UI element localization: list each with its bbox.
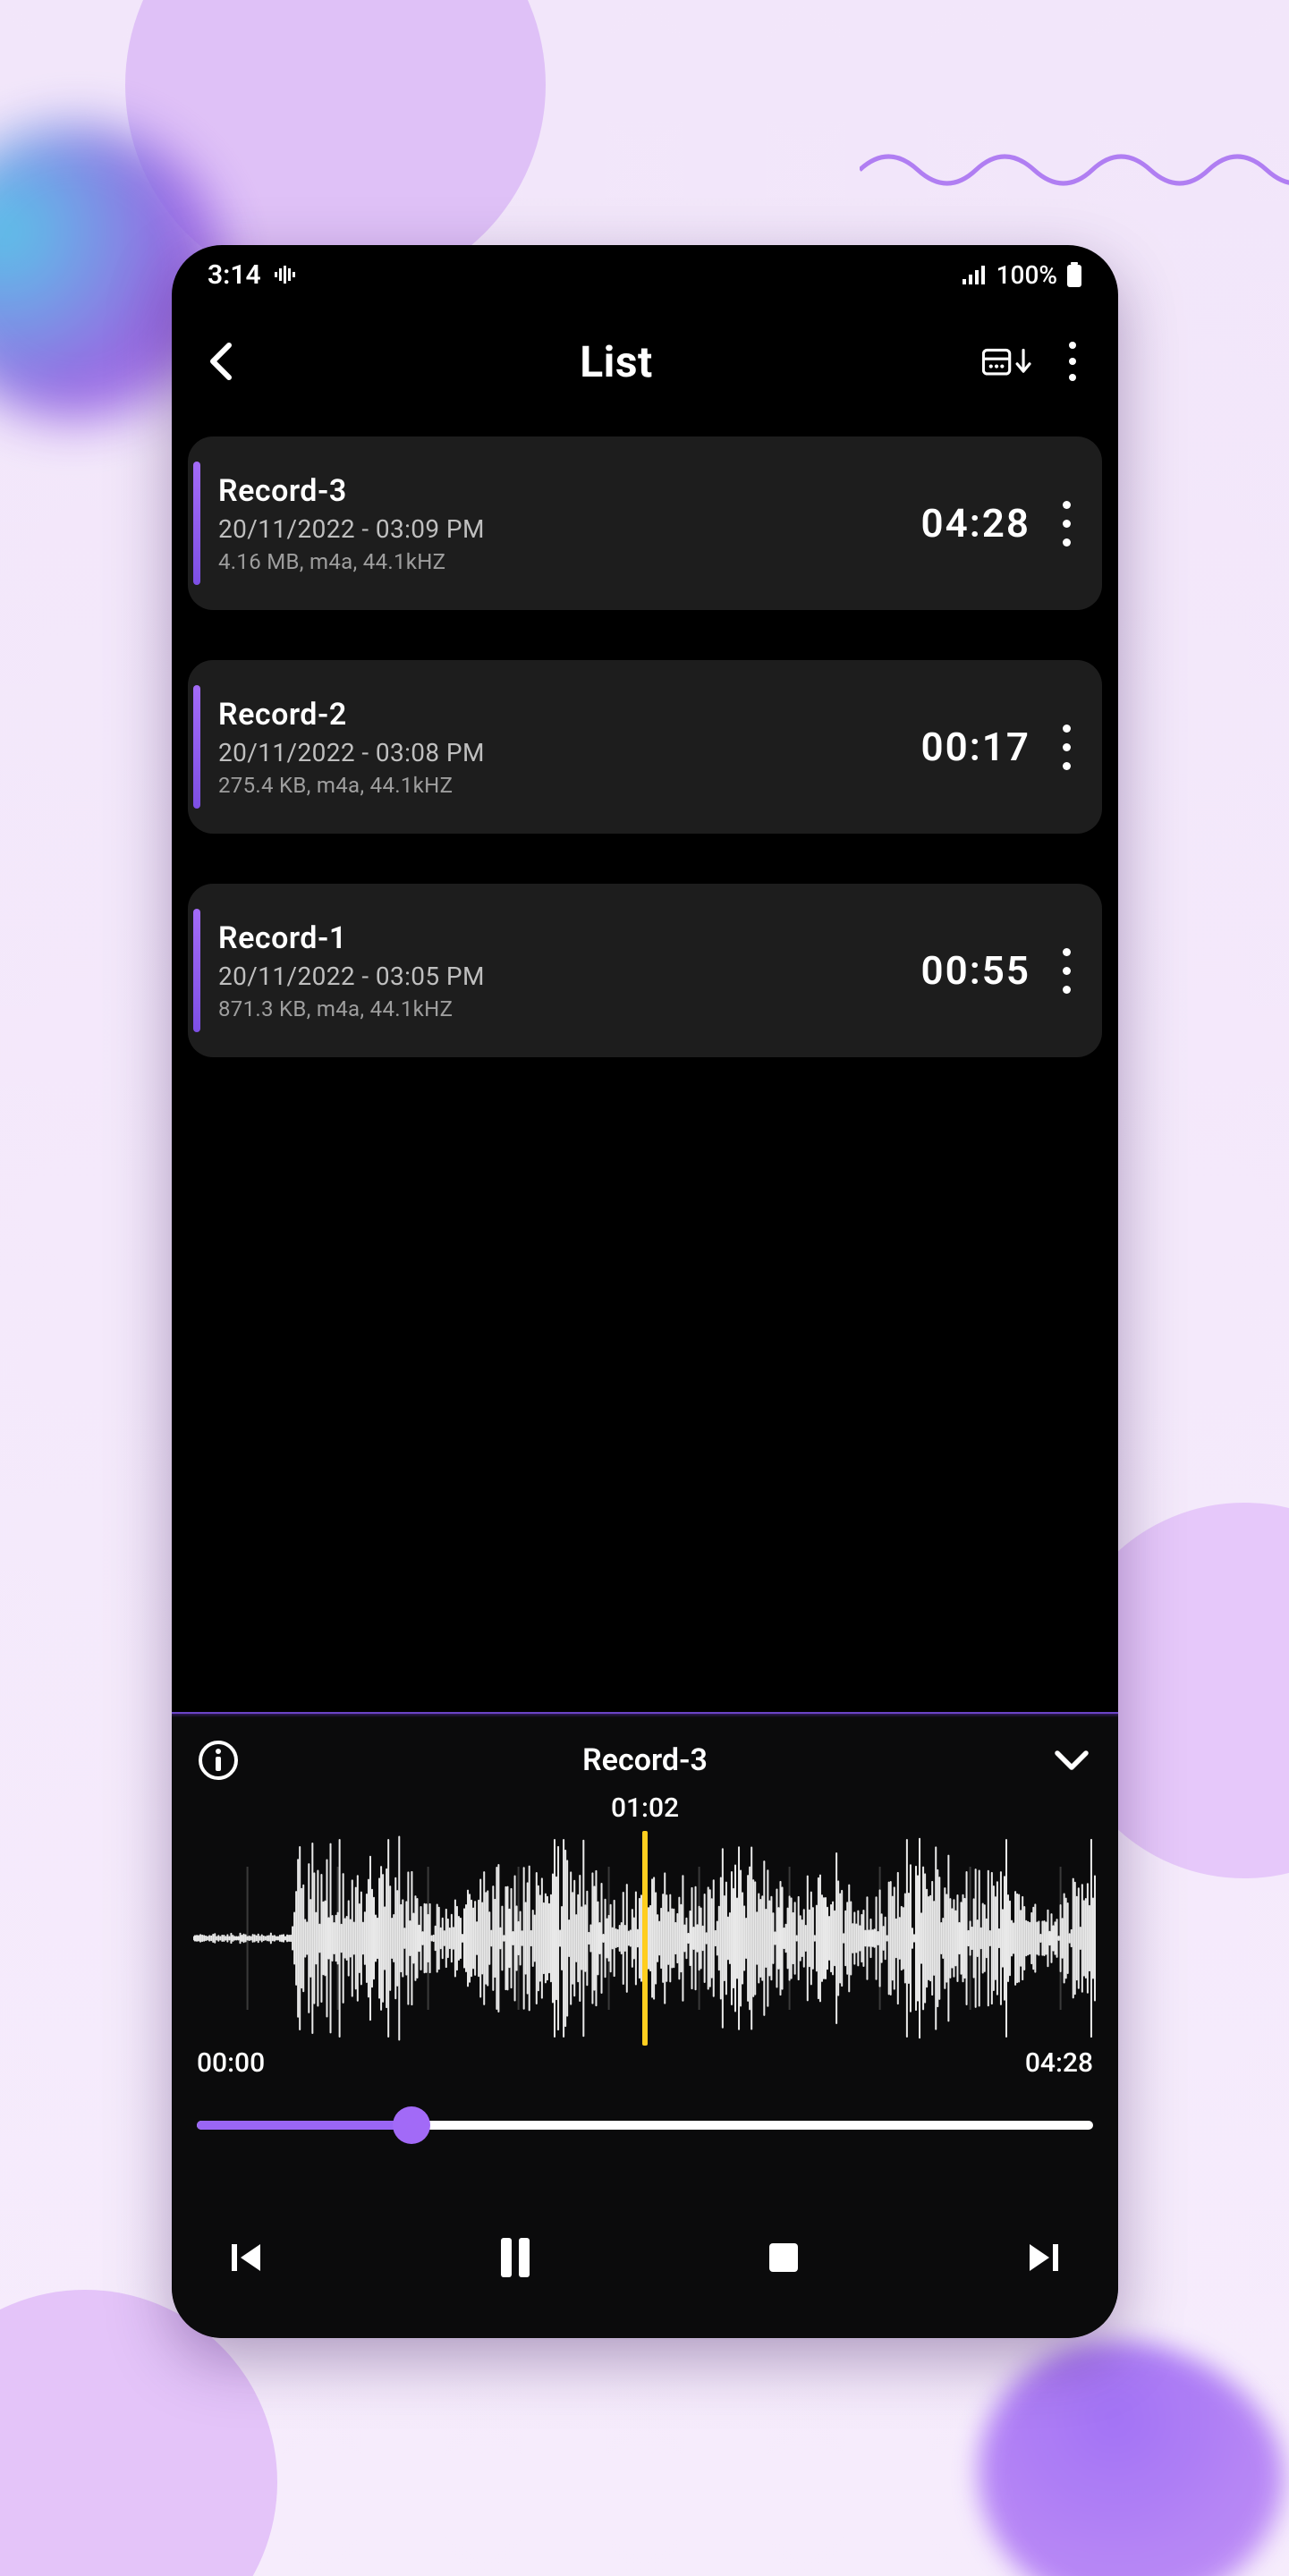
collapse-button[interactable] <box>1047 1735 1097 1785</box>
battery-percent: 100% <box>996 260 1057 290</box>
recording-item[interactable]: Record-2 20/11/2022 - 03:08 PM 275.4 KB,… <box>188 660 1102 834</box>
recording-meta: 4.16 MB, m4a, 44.1kHZ <box>218 549 920 574</box>
recording-duration: 00:55 <box>920 947 1030 994</box>
recording-item[interactable]: Record-1 20/11/2022 - 03:05 PM 871.3 KB,… <box>188 884 1102 1057</box>
recording-datetime: 20/11/2022 - 03:05 PM <box>218 962 920 991</box>
accent-stripe <box>193 685 200 809</box>
player-end-time: 04:28 <box>1025 2047 1093 2079</box>
recording-duration: 00:17 <box>920 724 1030 770</box>
recording-menu-button[interactable] <box>1047 492 1086 555</box>
recording-menu-button[interactable] <box>1047 716 1086 778</box>
previous-button[interactable] <box>211 2222 283 2293</box>
player-controls <box>193 2195 1097 2320</box>
phone-frame: 3:14 100% <box>172 245 1118 2338</box>
accent-stripe <box>193 462 200 585</box>
recording-menu-button[interactable] <box>1047 939 1086 1002</box>
audio-activity-icon <box>274 266 295 284</box>
pause-button[interactable] <box>471 2222 560 2293</box>
seek-bar[interactable] <box>193 2104 1097 2147</box>
recording-title: Record-3 <box>218 473 920 509</box>
recording-item[interactable]: Record-3 20/11/2022 - 03:09 PM 4.16 MB, … <box>188 436 1102 610</box>
decor-blob <box>948 2309 1289 2576</box>
sort-by-date-button[interactable] <box>982 335 1036 388</box>
back-button[interactable] <box>191 332 250 391</box>
player-panel: Record-3 01:02 <box>172 1712 1118 2338</box>
app-bar: List <box>172 304 1118 419</box>
recording-datetime: 20/11/2022 - 03:08 PM <box>218 738 920 767</box>
recording-datetime: 20/11/2022 - 03:09 PM <box>218 514 920 544</box>
next-button[interactable] <box>1007 2222 1079 2293</box>
recording-meta: 275.4 KB, m4a, 44.1kHZ <box>218 773 920 798</box>
overflow-menu-button[interactable] <box>1052 335 1093 388</box>
recording-meta: 871.3 KB, m4a, 44.1kHZ <box>218 996 920 1021</box>
signal-icon <box>963 265 988 284</box>
status-bar: 3:14 100% <box>172 245 1118 304</box>
player-current-time: 01:02 <box>193 1792 1097 1824</box>
page-title: List <box>261 336 971 387</box>
playhead-indicator <box>642 1831 648 2046</box>
battery-icon <box>1066 262 1082 287</box>
waveform[interactable] <box>193 1831 1097 2046</box>
seek-fill <box>197 2121 410 2130</box>
status-time: 3:14 <box>208 259 261 291</box>
recording-duration: 04:28 <box>920 500 1030 547</box>
now-playing-title: Record-3 <box>582 1742 708 1778</box>
seek-thumb[interactable] <box>393 2106 430 2144</box>
accent-stripe <box>193 909 200 1032</box>
recordings-list[interactable]: Record-3 20/11/2022 - 03:09 PM 4.16 MB, … <box>172 419 1118 1712</box>
stop-button[interactable] <box>748 2222 819 2293</box>
recording-title: Record-1 <box>218 920 920 956</box>
info-button[interactable] <box>193 1735 243 1785</box>
player-start-time: 00:00 <box>197 2047 265 2079</box>
recording-title: Record-2 <box>218 697 920 733</box>
decor-wave <box>860 143 1289 197</box>
